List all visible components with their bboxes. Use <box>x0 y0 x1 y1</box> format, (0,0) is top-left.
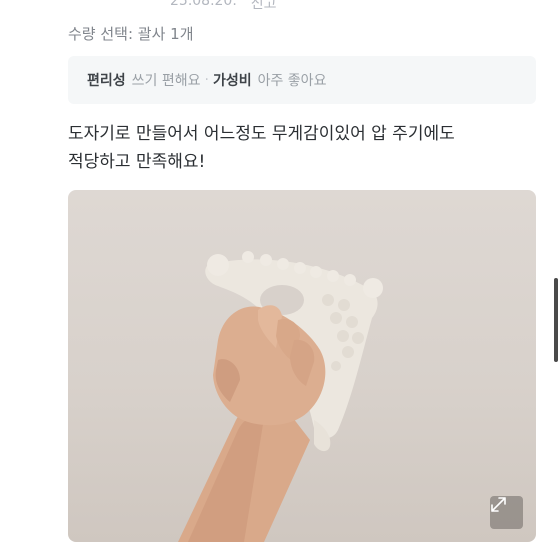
expand-photo-button[interactable] <box>490 496 523 529</box>
review-photo[interactable] <box>68 190 536 542</box>
scrollbar-thumb[interactable] <box>554 278 558 362</box>
tag-value-convenience: 쓰기 편해요 <box>131 73 201 89</box>
review-body-line: 적당하고 만족해요! <box>68 152 206 172</box>
review-body: 도자기로 만들어서 어느정도 무게감이있어 압 주기에도 적당하고 만족해요! <box>68 120 538 176</box>
purchase-option: 수량 선택: 괄사 1개 <box>68 25 194 43</box>
photo-illustration <box>178 251 383 542</box>
expand-icon <box>491 497 506 512</box>
review-meta: 25.08.20. 신고 <box>170 0 277 13</box>
review-body-line: 도자기로 만들어서 어느정도 무게감이있어 압 주기에도 <box>68 124 455 144</box>
tag-separator: · <box>204 72 209 88</box>
tag-key-value: 가성비 <box>212 73 252 89</box>
report-link[interactable]: 신고 <box>251 0 277 13</box>
review-tags: 편리성 쓰기 편해요 · 가성비 아주 좋아요 <box>68 56 536 104</box>
review-date: 25.08.20. <box>170 0 237 9</box>
tag-value-value: 아주 좋아요 <box>257 73 327 89</box>
tag-key-convenience: 편리성 <box>87 73 126 89</box>
